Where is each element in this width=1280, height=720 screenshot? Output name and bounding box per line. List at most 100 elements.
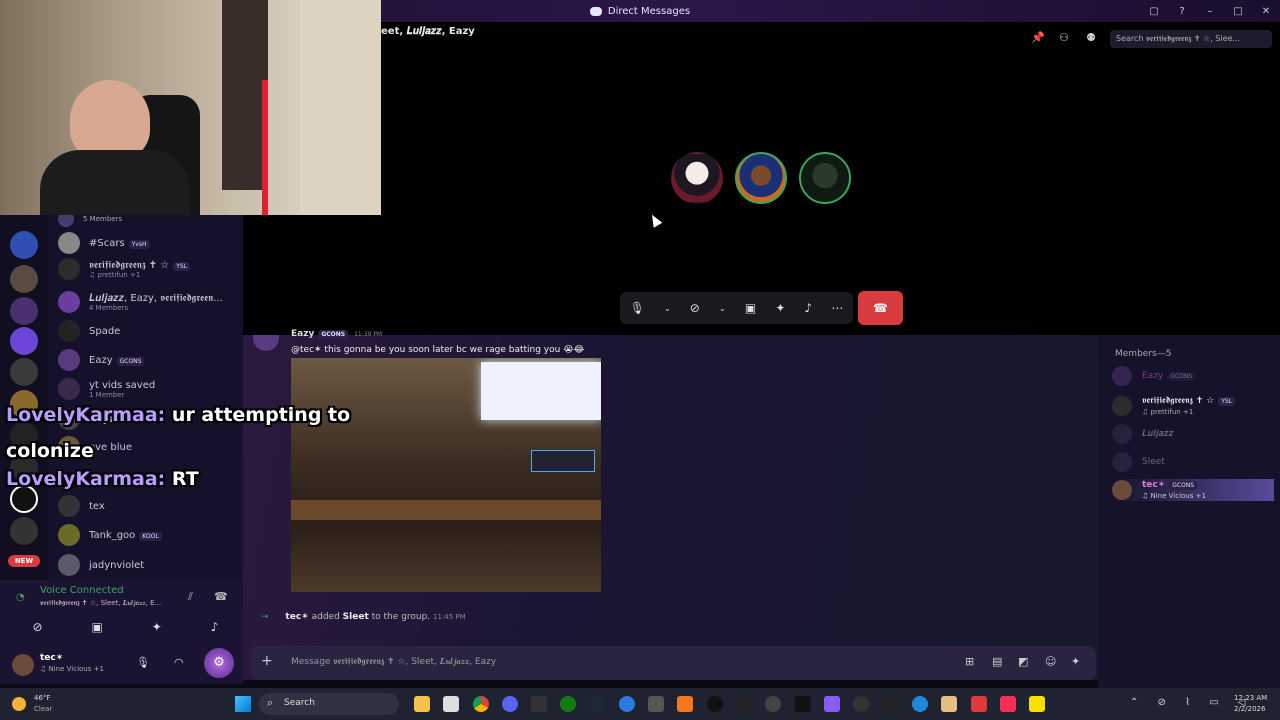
message-composer[interactable]: + Message 𝖛𝖊𝖗𝖎𝖋𝖎𝖊𝖉𝖌𝖗𝖊𝖊𝖓𝖟 ✝ ☆, Sleet, 𝑳𝒖𝒍… (251, 646, 1096, 680)
dm-item[interactable]: 𝖛𝖊𝖗𝖎𝖋𝖎𝖊𝖉𝖌𝖗𝖊𝖊𝖓𝖟 ✝ ☆ YSL ♫ prettifun +1 (48, 255, 243, 283)
chevron-down-icon[interactable]: ⌄ (664, 304, 671, 313)
emoji-icon[interactable]: ☺ (1045, 655, 1056, 668)
user-panel: tec✶ ♫ Nine Vicious +1 🎙 ◠ ⚙ (0, 646, 243, 684)
weather-icon[interactable] (12, 697, 26, 711)
activities-icon[interactable]: ✦ (775, 301, 785, 315)
signal-icon: ◔ (16, 592, 25, 603)
server-icon[interactable] (10, 358, 38, 386)
member-item[interactable]: 𝖛𝖊𝖗𝖎𝖋𝖎𝖊𝖉𝖌𝖗𝖊𝖊𝖓𝖟 ✝ ☆ YSL ♫ prettifun +1 (1112, 395, 1236, 417)
dm-item[interactable]: tex (48, 492, 243, 520)
dm-item[interactable]: #Scars YvsH (48, 229, 243, 257)
app-icon[interactable] (736, 696, 752, 712)
discord-icon[interactable] (502, 696, 518, 712)
stream-chat-overlay: LovelyKarmaa: ur attempting to colonize (6, 404, 351, 462)
call-participant-avatar[interactable] (671, 152, 723, 204)
app-icon[interactable] (912, 696, 928, 712)
stream-chat-overlay: LovelyKarmaa: RT (6, 468, 199, 490)
add-friends-icon[interactable]: ⚇ (1057, 31, 1071, 45)
screen-share-icon[interactable]: ▣ (91, 620, 102, 634)
inbox-icon[interactable]: ▢ (1140, 6, 1168, 17)
camera-off-icon[interactable]: ⊘ (690, 301, 700, 315)
close-button[interactable]: ✕ (1252, 6, 1280, 17)
dm-item[interactable]: Eazy GCONS (48, 346, 243, 374)
disconnect-button[interactable]: ☎ (858, 291, 903, 325)
call-participant-avatar[interactable] (735, 152, 787, 204)
steam-icon[interactable] (589, 696, 605, 712)
call-controls: 🎙 ⌄ ⊘ ⌄ ▣ ✦ ♪ ⋯ (620, 292, 853, 324)
xbox-icon[interactable] (560, 696, 576, 712)
server-icon[interactable] (10, 297, 38, 325)
dm-item[interactable]: Tank_goo KOOL (48, 521, 243, 549)
app-icon[interactable] (677, 696, 693, 712)
music-icon[interactable] (1000, 696, 1016, 712)
sticker-icon[interactable]: ◩ (1018, 655, 1028, 668)
screen-share-icon[interactable]: ▣ (745, 301, 756, 315)
door-in-webcam (300, 0, 381, 215)
window-title: Direct Messages (589, 6, 690, 17)
voice-controls: ⊘ ▣ ✦ ♪ (8, 612, 243, 642)
dm-item[interactable]: 5 Members (48, 215, 243, 227)
member-list-icon[interactable]: ⚉ (1084, 31, 1098, 45)
server-icon[interactable] (10, 265, 38, 293)
noise-suppression-icon[interactable]: ⫽ (188, 590, 193, 604)
app-icon[interactable] (853, 696, 869, 712)
maximize-button[interactable]: □ (1224, 6, 1252, 17)
member-item[interactable]: 𝑳𝒖𝒍𝒋𝒂𝒛𝒛 (1112, 423, 1173, 445)
app-icon[interactable] (795, 696, 811, 712)
file-explorer-icon[interactable] (414, 696, 430, 712)
app-icon[interactable] (941, 696, 957, 712)
app-icon[interactable] (707, 696, 723, 712)
windows-taskbar: 46°F Clear ⌕ Search (0, 688, 1280, 720)
headphones-icon[interactable]: ◠ (174, 656, 184, 669)
call-participant-avatar[interactable] (799, 152, 851, 204)
server-icon[interactable] (10, 517, 38, 545)
server-icon[interactable] (10, 327, 38, 355)
soundboard-icon[interactable]: ♪ (211, 620, 219, 634)
chrome-icon[interactable] (473, 696, 489, 712)
camera-off-icon[interactable]: ⊘ (32, 620, 42, 634)
chevron-down-icon[interactable]: ⌄ (719, 304, 726, 313)
app-icon[interactable] (648, 696, 664, 712)
app-icon[interactable] (883, 696, 899, 712)
activities-icon[interactable]: ✦ (152, 620, 162, 634)
server-icon[interactable] (10, 231, 38, 259)
more-icon[interactable]: ⋯ (831, 301, 843, 315)
dm-item[interactable]: 𝑳𝒖𝒍𝒋𝒂𝒛𝒛, Eazy, 𝖛𝖊𝖗𝖎𝖋𝖎𝖊𝖉𝖌𝖗𝖊𝖊𝖓... 4 Members (48, 288, 243, 316)
gif-icon[interactable]: ▤ (992, 655, 1002, 668)
start-button[interactable] (235, 696, 251, 712)
add-attachment-icon[interactable]: + (261, 653, 273, 669)
light-strip-in-webcam (262, 80, 268, 215)
person-in-webcam (70, 80, 150, 160)
message-image[interactable] (291, 358, 601, 592)
browser-icon[interactable] (619, 696, 635, 712)
apps-icon[interactable]: ✦ (1071, 655, 1080, 668)
epic-games-icon[interactable] (531, 696, 547, 712)
gift-icon[interactable]: ⊞ (965, 655, 974, 668)
app-icon[interactable] (971, 696, 987, 712)
message-author: Eazy GCONS 11:39 PM (291, 329, 383, 339)
search-input[interactable]: Search 𝖛𝖊𝖗𝖎𝖋𝖎𝖊𝖉𝖌𝖗𝖊𝖊𝖓𝖟 ✝ ☆, Slee... (1110, 30, 1272, 48)
arrow-icon: → (261, 612, 269, 622)
minimize-button[interactable]: – (1196, 6, 1224, 17)
taskbar-search[interactable]: ⌕ Search (259, 693, 399, 715)
app-icon[interactable] (443, 696, 459, 712)
disconnect-icon[interactable]: ☎ (214, 590, 228, 603)
dm-item[interactable]: Spade (48, 317, 243, 345)
member-item[interactable]: Eazy GCONS (1112, 365, 1196, 387)
app-icon[interactable] (1029, 696, 1045, 712)
streamer-webcam (0, 0, 381, 215)
app-icon[interactable] (765, 696, 781, 712)
member-item[interactable]: Sleet (1112, 451, 1165, 473)
soundboard-icon[interactable]: ♪ (805, 301, 813, 315)
settings-gear-icon[interactable]: ⚙ (204, 648, 234, 678)
help-icon[interactable]: ? (1168, 6, 1196, 17)
app-icon[interactable] (824, 696, 840, 712)
system-message: → tec✶ added Sleet to the group. 11:45 P… (261, 612, 466, 622)
pin-icon[interactable]: 📌 (1031, 31, 1045, 45)
call-header: eet, 𝑳𝒖𝒍𝒋𝒂𝒛𝒛, Eazy (381, 26, 475, 37)
dm-item[interactable]: jadynviolet (48, 551, 243, 579)
avatar[interactable] (12, 654, 34, 676)
microphone-icon[interactable]: 🎙 (630, 301, 645, 315)
member-item[interactable]: tec✶ GCONS ♫ Nine Vicious +1 (1112, 479, 1274, 501)
microphone-icon[interactable]: 🎙 (136, 656, 150, 669)
